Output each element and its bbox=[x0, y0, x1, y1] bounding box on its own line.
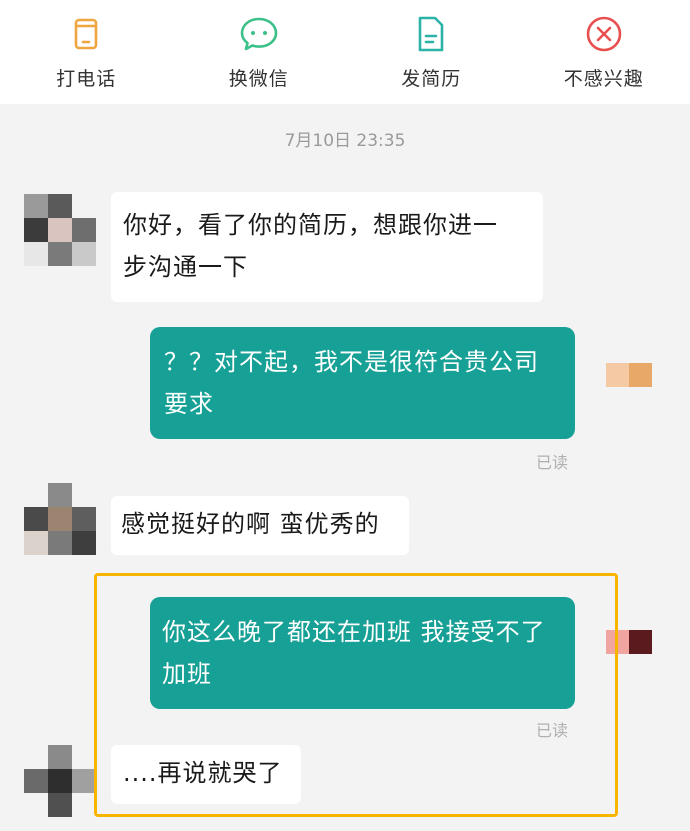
wechat-icon bbox=[240, 17, 278, 51]
message-line: 你好，看了你的简历，想跟你进一 bbox=[123, 211, 498, 239]
message-line: 步沟通一下 bbox=[123, 253, 248, 281]
message-bubble-incoming[interactable]: ....再说就哭了 bbox=[111, 745, 301, 804]
my-avatar[interactable] bbox=[606, 630, 652, 654]
message-line: 加班 bbox=[162, 660, 212, 688]
resume-icon bbox=[418, 16, 444, 52]
call-label: 打电话 bbox=[56, 68, 117, 90]
not-interested-icon bbox=[586, 16, 622, 52]
read-status: 已读 bbox=[536, 721, 569, 740]
message-bubble-outgoing[interactable]: 你这么晚了都还在加班 我接受不了 加班 bbox=[150, 597, 575, 709]
message-line: 感觉挺好的啊 蛮优秀的 bbox=[121, 510, 380, 538]
exchange-wechat-button[interactable]: 换微信 bbox=[173, 0, 346, 104]
exchange-wechat-label: 换微信 bbox=[228, 68, 289, 90]
recruiter-avatar[interactable] bbox=[24, 745, 96, 817]
read-status: 已读 bbox=[536, 453, 569, 472]
message-bubble-outgoing[interactable]: ？？对不起，我不是很符合贵公司 要求 bbox=[150, 327, 575, 439]
chat-timestamp: 7月10日 23:35 bbox=[284, 131, 406, 151]
message-line: ....再说就哭了 bbox=[123, 759, 283, 787]
phone-icon bbox=[74, 18, 98, 50]
recruiter-avatar[interactable] bbox=[24, 483, 96, 555]
message-bubble-incoming[interactable]: 你好，看了你的简历，想跟你进一 步沟通一下 bbox=[111, 192, 543, 302]
message-bubble-incoming[interactable]: 感觉挺好的啊 蛮优秀的 bbox=[111, 496, 409, 555]
call-button[interactable]: 打电话 bbox=[0, 0, 173, 104]
send-resume-label: 发简历 bbox=[401, 68, 462, 90]
message-line: ？？对不起，我不是很符合贵公司 bbox=[164, 348, 539, 376]
my-avatar[interactable] bbox=[606, 363, 652, 387]
recruiter-avatar[interactable] bbox=[24, 194, 96, 266]
send-resume-button[interactable]: 发简历 bbox=[345, 0, 518, 104]
message-line: 要求 bbox=[164, 390, 214, 418]
not-interested-label: 不感兴趣 bbox=[563, 68, 644, 90]
not-interested-button[interactable]: 不感兴趣 bbox=[518, 0, 690, 104]
message-line: 你这么晚了都还在加班 我接受不了 bbox=[162, 618, 546, 646]
action-toolbar: 打电话 换微信 发简历 不感兴趣 bbox=[0, 0, 690, 104]
